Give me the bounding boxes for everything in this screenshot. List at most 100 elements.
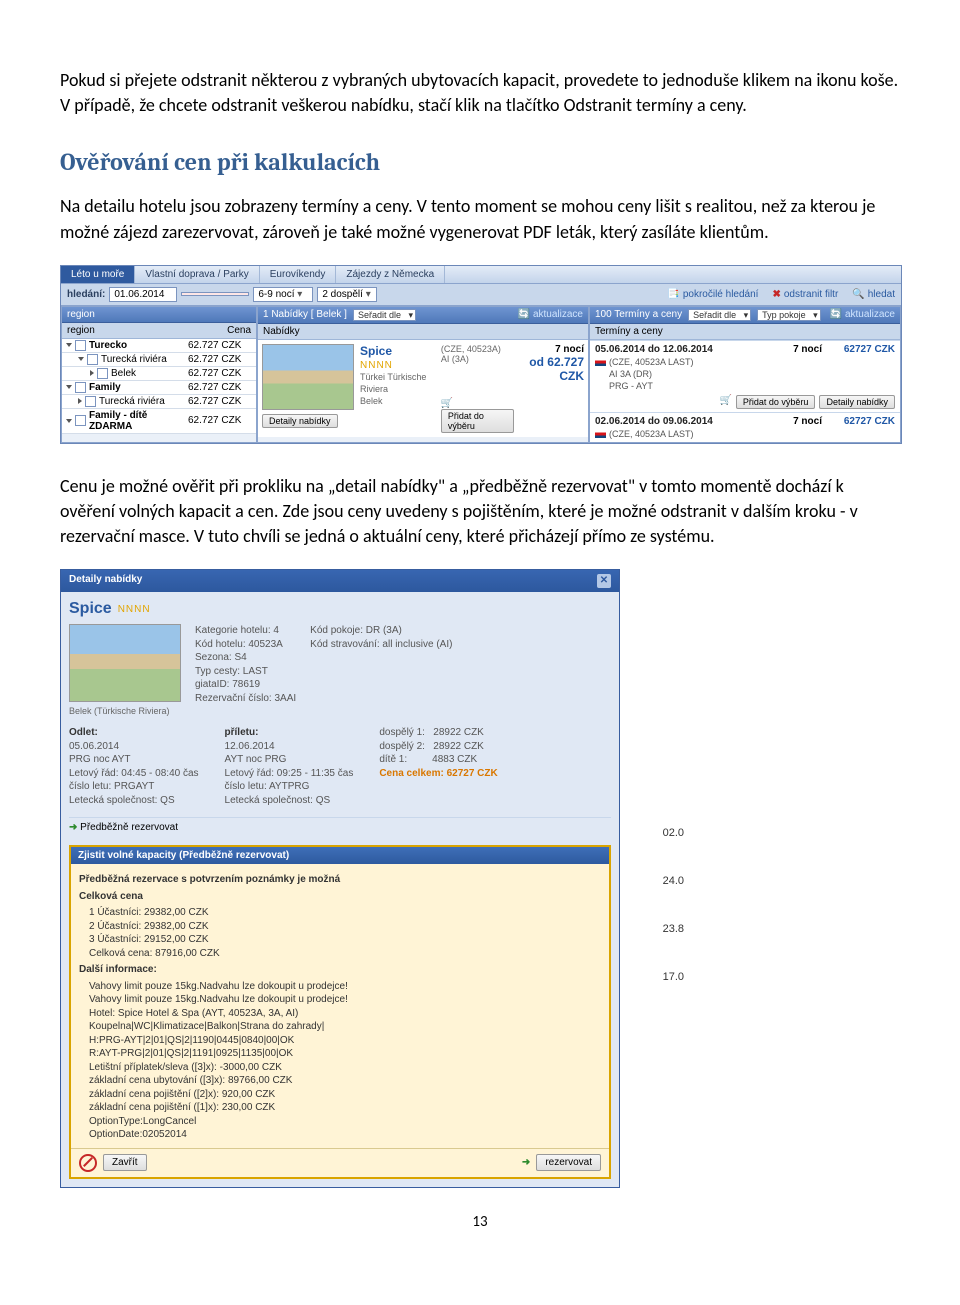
info-line: základní cena pojištění ([2]x): 920,00 C… [79,1088,601,1102]
info-line: Koupelna|WC|Klimatizace|Balkon|Strana do… [79,1020,601,1034]
arrow-icon: ➜ [522,1157,530,1168]
price-col-header: Cena [227,325,251,336]
hotel-name[interactable]: Spice [360,344,435,360]
flag-icon [595,430,606,438]
popup-kv-left: Kategorie hotelu: 4 Kód hotelu: 40523A S… [195,624,296,716]
date-from-input[interactable]: 01.06.2014 [109,287,177,302]
booking-app-screenshot: Léto u moře Vlastní doprava / Parky Euro… [60,265,902,444]
popup-location: Belek (Türkische Riviera) [69,706,181,716]
add-to-selection-button[interactable]: Přidat do výběru [441,409,514,433]
hotel-nights: 7 nocí [520,344,584,355]
price-line: Celková cena: 87916,00 CZK [79,947,601,961]
popup-kv-right: Kód pokoje: DR (3A) Kód stravování: all … [310,624,452,716]
info-line: Vahovy limit pouze 15kg.Nadvahu lze doko… [79,993,601,1007]
section-paragraph-1: Na detailu hotelu jsou zobrazeny termíny… [60,194,900,244]
hotel-price: od 62.727 CZK [520,355,584,383]
tab-vlastni[interactable]: Vlastní doprava / Parky [135,266,259,283]
availability-header: Zjistit volné kapacity (Předběžně rezerv… [71,847,609,864]
terms-panel: 100 Termíny a ceny Seřadit dle Typ pokoj… [589,306,901,443]
info-line: základní cena pojištění ([1]x): 230,00 C… [79,1101,601,1115]
cart-icon: 🛒 [719,395,731,409]
tab-leto[interactable]: Léto u moře [61,266,135,283]
term-row[interactable]: 05.06.2014 do 12.06.2014 7 nocí 62727 CZ… [590,340,900,412]
close-button[interactable]: Zavřít [103,1154,147,1171]
tab-euro[interactable]: Eurovíkendy [260,266,337,283]
remove-filter-link[interactable]: ✖ odstranit filtr [772,289,838,300]
more-info-header: Další informace: [79,963,601,977]
add-button[interactable]: Přidat do výběru [736,395,816,409]
refresh-link[interactable]: 🔄 aktualizace [830,309,895,320]
info-line: základní cena ubytování ([3]x): 89766,00… [79,1074,601,1088]
pax-select[interactable]: 2 dospělí [317,287,377,302]
forbidden-icon [79,1154,97,1172]
offer-panel: 1 Nabídky [ Belek ] Seřadit dle 🔄 aktual… [257,306,589,443]
info-line: Hotel: Spice Hotel & Spa (AYT, 40523A, 3… [79,1007,601,1021]
total-price-header: Celková cena [79,890,601,904]
cart-icon: 🛒 [441,398,453,409]
tab-nemecko[interactable]: Zájezdy z Německa [336,266,445,283]
price-line: 1 Účastníci: 29382,00 CZK [79,906,601,920]
region-row[interactable]: Family62.727 CZK [62,381,256,395]
price-line: 3 Účastníci: 29152,00 CZK [79,933,601,947]
info-line: Vahovy limit pouze 15kg.Nadvahu lze doko… [79,980,601,994]
region-row[interactable]: Belek62.727 CZK [62,367,256,381]
region-row[interactable]: Turecko62.727 CZK [62,339,256,353]
side-date-list: 02.0 24.0 23.8 17.0 [663,809,684,1001]
sort-select[interactable]: Seřadit dle [688,309,751,321]
refresh-link[interactable]: 🔄 aktualizace [518,309,583,320]
detail-button[interactable]: Detaily nabídky [819,395,895,409]
search-bar: hledání: 01.06.2014 6-9 nocí 2 dospělí 📑… [61,284,901,306]
offer-panel-header: 1 Nabídky [ Belek ] Seřadit dle 🔄 aktual… [258,307,588,324]
section-paragraph-2: Cenu je možné ověřit při prokliku na „de… [60,474,900,550]
date-to-input[interactable] [181,292,249,296]
info-line: R:AYT-PRG|2|01|QS|2|1191|0925|1135|00|OK [79,1047,601,1061]
detail-button[interactable]: Detaily nabídky [262,414,338,428]
departure-col: Odlet: 05.06.2014 PRG noc AYT Letový řád… [69,726,199,807]
info-line: OptionDate:02052014 [79,1128,601,1142]
search-button[interactable]: 🔍 hledat [852,289,895,300]
term-price: 62727 CZK [830,344,895,355]
pre-reserve-link[interactable]: Předběžně rezervovat [80,822,178,833]
section-heading: Ověřování cen při kalkulacích [60,148,900,176]
region-panel-header: region [62,307,256,323]
hotel-meal: AI (3A) [441,354,514,364]
info-line: OptionType:LongCancel [79,1115,601,1129]
term-date: 02.06.2014 do 09.06.2014 [595,416,713,427]
term-price: 62727 CZK [830,416,895,427]
availability-subtitle: Předběžná rezervace s potvrzením poznámk… [79,873,601,887]
hotel-code: (CZE, 40523A) [441,344,514,354]
term-date: 05.06.2014 do 12.06.2014 [595,344,713,355]
advanced-search-link[interactable]: 📑 pokročilé hledání [667,289,758,300]
terms-panel-header: 100 Termíny a ceny Seřadit dle Typ pokoj… [590,307,900,324]
region-col-header: region [67,325,227,336]
hotel-thumbnail [262,344,354,410]
availability-box: Zjistit volné kapacity (Předběžně rezerv… [69,845,611,1179]
term-nights: 7 nocí [793,416,822,427]
region-row[interactable]: Family - dítě ZDARMA62.727 CZK [62,409,256,434]
hotel-stars: NNNN [360,359,435,372]
popup-thumbnail [69,624,181,702]
pax-price-col: dospělý 1: 28922 CZK dospělý 2: 28922 CZ… [379,726,497,807]
terms-subheader: Termíny a ceny [595,326,663,337]
term-nights: 7 nocí [793,344,822,355]
flag-icon [595,358,606,366]
sort-select[interactable]: Seřadit dle [353,309,416,321]
close-icon[interactable]: ✕ [597,574,611,588]
region-panel: region regionCena Turecko62.727 CZK Ture… [61,306,257,443]
search-label: hledání: [67,289,105,300]
arrow-icon: ➜ [69,822,77,833]
room-type-select[interactable]: Typ pokoje [757,309,821,321]
reserve-button[interactable]: rezervovat [536,1154,601,1171]
detail-popup-screenshot: Detaily nabídky ✕ Spice NNNN Belek (Türk… [60,569,620,1188]
intro-paragraph: Pokud si přejete odstranit některou z vy… [60,68,900,118]
nights-select[interactable]: 6-9 nocí [253,287,313,302]
region-row[interactable]: Turecká riviéra62.727 CZK [62,395,256,409]
info-line: H:PRG-AYT|2|01|QS|2|1190|0445|0840|00|OK [79,1034,601,1048]
page-number: 13 [60,1213,900,1231]
popup-hotel-name: Spice [69,600,112,618]
hotel-loc: Belek [360,396,435,408]
term-row[interactable]: 02.06.2014 do 09.06.2014 7 nocí 62727 CZ… [590,412,900,442]
main-tabs: Léto u moře Vlastní doprava / Parky Euro… [61,266,901,284]
region-row[interactable]: Turecká riviéra62.727 CZK [62,353,256,367]
hotel-desc: Türkei Türkische Riviera [360,372,435,395]
